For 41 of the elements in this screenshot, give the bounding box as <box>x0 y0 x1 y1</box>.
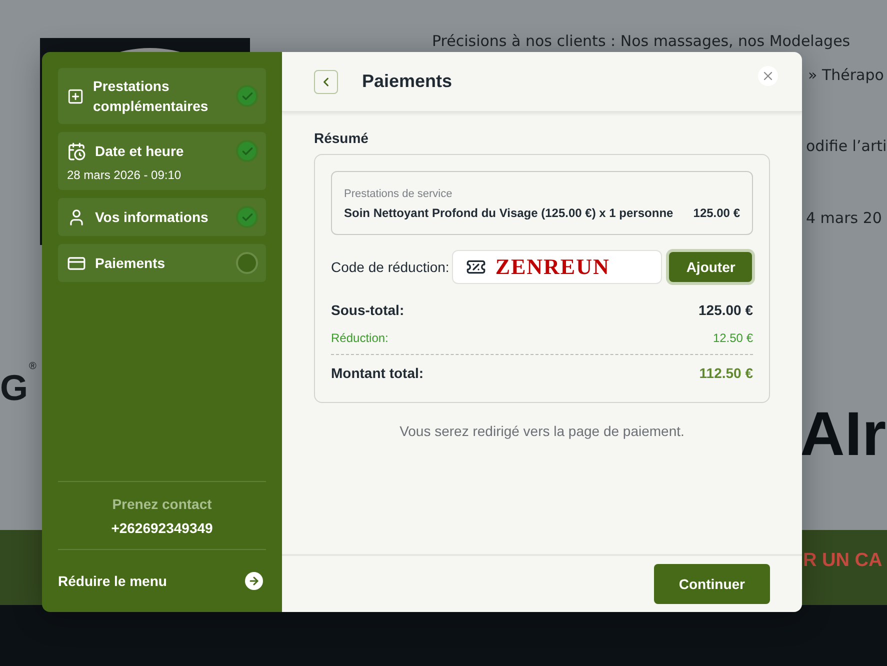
background-text: Précisions à nos clients : Nos massages, nos Modelages <box>432 32 850 50</box>
banner-text: R UN CA <box>803 550 882 572</box>
service-heading: Prestations de service <box>344 188 454 200</box>
logo-letter: G <box>0 370 28 406</box>
discount-label: Code de réduction: <box>331 259 450 275</box>
background-text: odifie l’arti <box>806 137 887 155</box>
step-item[interactable]: Date et heure 28 mars 2026 - 09:10 <box>58 132 266 190</box>
plus-square-icon <box>67 88 84 104</box>
step-label: Prestations complémentaires <box>93 77 210 116</box>
step-label: Vos informations <box>95 208 210 227</box>
background-text: » Thérapo <box>808 66 884 84</box>
redirect-note: Vous serez redirigé vers la page de paiement. <box>400 423 684 439</box>
step-item[interactable]: Vos informations <box>58 198 266 236</box>
background-text: 4 mars 20 <box>806 209 882 227</box>
total-amount: 125.00 € <box>698 302 753 318</box>
section-title: Résumé <box>314 130 370 146</box>
total-label: Sous-total: <box>331 302 404 318</box>
service-line: Soin Nettoyant Profond du Visage (125.00 €) x 1 personne <box>344 206 674 220</box>
step-label: Paiements <box>95 254 166 273</box>
total-amount: 12.50 € <box>712 331 753 345</box>
back-button[interactable] <box>314 70 338 94</box>
user-icon <box>67 208 86 226</box>
brand-text: AIr <box>800 404 886 466</box>
contact-title: Prenez contact <box>112 496 212 512</box>
discount-code-field[interactable]: ZENREUN <box>452 250 662 284</box>
total-amount: 112.50 € <box>699 364 753 380</box>
total-label: Montant total: <box>331 364 424 380</box>
step-item[interactable]: Prestations complémentaires <box>58 68 266 124</box>
step-item[interactable]: Paiements <box>58 244 266 282</box>
collapse-menu-button[interactable]: Réduire le menu <box>58 550 266 612</box>
step-detail: 28 mars 2026 - 09:10 <box>67 168 182 182</box>
close-button[interactable] <box>758 66 778 86</box>
total-label: Réduction: <box>331 331 388 345</box>
phone-number: +262692349349 <box>111 520 213 536</box>
dialog-title: Paiements <box>362 71 454 92</box>
service-amount: 125.00 € <box>693 206 740 220</box>
registered-mark: ® <box>29 362 36 372</box>
add-button[interactable]: Ajouter <box>669 252 752 282</box>
calendar-icon <box>67 142 86 160</box>
continue-button[interactable]: Continuer <box>654 564 770 604</box>
step-label: Date et heure <box>95 142 185 161</box>
